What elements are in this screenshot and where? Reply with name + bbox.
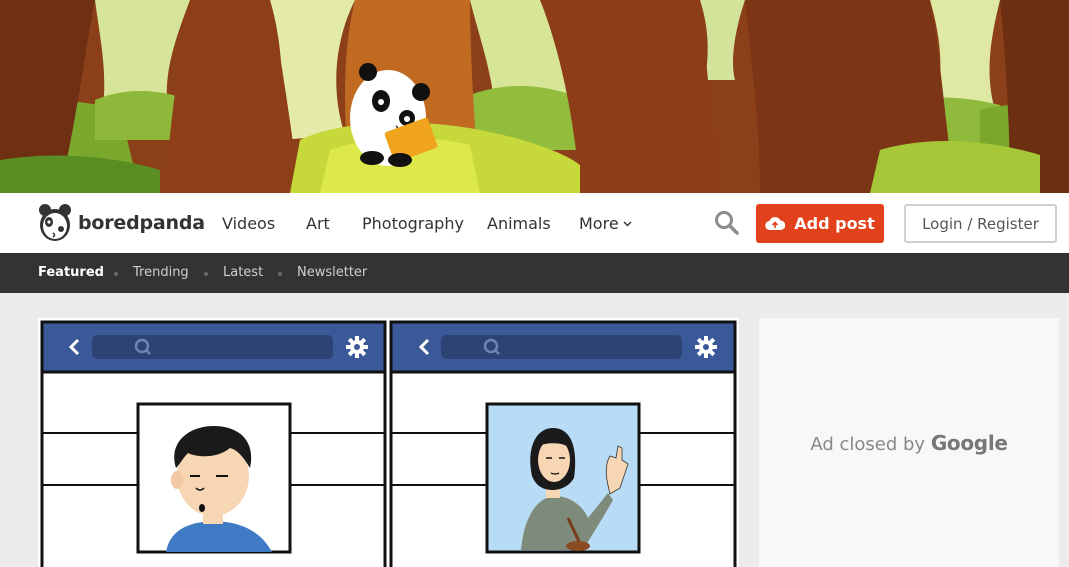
nav-link-animals[interactable]: Animals: [487, 214, 551, 233]
add-post-label: Add post: [794, 214, 875, 233]
subnav-item-trending[interactable]: Trending: [133, 265, 189, 280]
subnav-separator: [204, 272, 208, 276]
sub-navbar: Featured Trending Latest Newsletter: [0, 253, 1069, 293]
subnav-separator: [114, 272, 118, 276]
subnav-item-featured[interactable]: Featured: [38, 265, 104, 280]
main-navbar: boredpanda Videos Art Photography Animal…: [0, 193, 1069, 253]
nav-link-more[interactable]: More: [579, 214, 632, 233]
header-banner: [0, 0, 1069, 193]
nav-more-label: More: [579, 214, 619, 233]
panda-logo-icon: [39, 204, 71, 241]
gear-icon: [346, 336, 368, 358]
ad-closed-message: Ad closed by Google: [759, 431, 1059, 455]
subnav-item-latest[interactable]: Latest: [223, 265, 263, 280]
ad-brand-name: Google: [930, 431, 1008, 455]
nav-link-videos[interactable]: Videos: [222, 214, 275, 233]
add-post-button[interactable]: Add post: [756, 204, 884, 243]
comic-panel-2: [389, 320, 737, 567]
ad-panel: Ad closed by Google: [759, 318, 1059, 567]
site-logo[interactable]: boredpanda: [38, 203, 205, 243]
featured-post-image[interactable]: [38, 318, 739, 567]
subnav-item-newsletter[interactable]: Newsletter: [297, 265, 367, 280]
brand-name: boredpanda: [78, 212, 205, 234]
chevron-down-icon: [623, 221, 632, 226]
comic-illustration: [38, 318, 739, 567]
nav-link-photography[interactable]: Photography: [362, 214, 464, 233]
comic-panel-1: [40, 320, 387, 567]
login-register-button[interactable]: Login / Register: [904, 204, 1057, 243]
gear-icon: [695, 336, 717, 358]
search-icon[interactable]: [714, 210, 740, 236]
ad-closed-prefix: Ad closed by: [810, 434, 926, 455]
subnav-separator: [278, 272, 282, 276]
cloud-upload-icon: [765, 217, 786, 231]
nav-link-art[interactable]: Art: [306, 214, 330, 233]
forest-illustration: [0, 0, 1069, 193]
